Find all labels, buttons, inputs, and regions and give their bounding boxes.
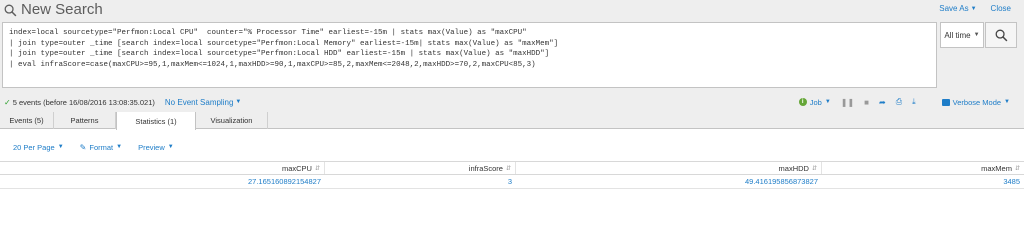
stop-icon[interactable]: ■: [864, 98, 869, 107]
pause-icon[interactable]: ❚❚: [841, 98, 854, 107]
sort-icon: ⇵: [1014, 165, 1020, 172]
time-range-label: All time: [944, 30, 971, 40]
sort-icon: ⇵: [505, 165, 511, 172]
search-query-input[interactable]: index=local sourcetype="Perfmon:Local CP…: [2, 22, 937, 88]
column-header-infrascore[interactable]: infraScore ⇵: [325, 162, 516, 174]
chevron-down-icon: ▼: [116, 144, 123, 150]
save-as-button[interactable]: Save As ▼: [939, 4, 976, 13]
column-label: infraScore: [468, 163, 503, 173]
results-tabs: Events (5) Patterns Statistics (1) Visua…: [0, 112, 1024, 130]
chevron-down-icon: ▼: [824, 99, 831, 105]
statistics-table: maxCPU ⇵ infraScore ⇵ maxHDD ⇵ maxMem ⇵ …: [0, 161, 1024, 189]
chevron-down-icon: ▼: [973, 32, 980, 38]
table-cell[interactable]: 3: [325, 175, 516, 188]
chevron-down-icon: ▼: [1004, 99, 1010, 105]
download-icon[interactable]: ⤓: [912, 97, 916, 107]
status-left: ✓ 5 events (before 16/08/2016 13:08:35.0…: [4, 92, 241, 112]
sort-icon: ⇵: [314, 165, 320, 172]
search-mode-dropdown[interactable]: Verbose Mode ▼: [941, 97, 1010, 107]
chevron-down-icon: ▼: [167, 144, 174, 150]
save-as-label: Save As: [939, 4, 969, 13]
query-line: index=local sourcetype="Perfmon:Local CP…: [9, 29, 527, 37]
chevron-down-icon: ▼: [57, 144, 64, 150]
column-header-maxmem[interactable]: maxMem ⇵: [822, 162, 1024, 174]
query-line: | eval infraScore=case(maxCPU>=95,1,maxM…: [9, 61, 536, 70]
format-label: Format: [89, 142, 114, 152]
chevron-down-icon: ▼: [235, 99, 242, 105]
preview-dropdown[interactable]: Preview ▼: [138, 143, 174, 152]
print-icon[interactable]: ⎙: [896, 97, 902, 107]
query-line: | join type=outer _time [search index=lo…: [9, 50, 550, 59]
tab-events[interactable]: Events (5): [0, 112, 54, 129]
column-label: maxHDD: [778, 163, 809, 173]
page-title: New Search: [21, 1, 103, 18]
search-icon: [4, 4, 17, 16]
table-cell[interactable]: 27.165160892154827: [0, 175, 325, 188]
tab-visualization[interactable]: Visualization: [196, 112, 268, 129]
share-icon[interactable]: ➦: [879, 98, 886, 107]
checkmark-icon: ✓: [4, 97, 11, 107]
search-button[interactable]: [985, 22, 1017, 48]
table-cell[interactable]: 49.416195856873827: [516, 175, 822, 188]
tab-statistics[interactable]: Statistics (1): [116, 112, 196, 130]
close-button[interactable]: Close: [991, 4, 1011, 13]
column-label: maxCPU: [281, 163, 312, 173]
sort-icon: ⇵: [811, 165, 817, 172]
verbose-mode-icon: [941, 98, 950, 106]
format-dropdown[interactable]: ✎ Format ▼: [80, 143, 122, 152]
page-title-group: New Search: [4, 0, 103, 20]
job-controls: i Job ▼ ❚❚ ■ ➦ ⎙ ⤓ Verbose Mode ▼: [798, 92, 1010, 112]
job-label: Job: [809, 97, 822, 107]
per-page-label: 20 Per Page: [13, 142, 55, 152]
search-bar: index=local sourcetype="Perfmon:Local CP…: [0, 20, 1024, 92]
per-page-dropdown[interactable]: 20 Per Page ▼: [13, 143, 64, 152]
results-toolbar: 20 Per Page ▼ ✎ Format ▼ Preview ▼: [0, 140, 190, 154]
column-header-maxhdd[interactable]: maxHDD ⇵: [516, 162, 822, 174]
sampling-label: No Event Sampling: [164, 97, 234, 107]
search-mode-label: Verbose Mode: [952, 97, 1002, 107]
query-line: | join type=outer _time [search index=lo…: [9, 39, 559, 48]
search-icon: [995, 29, 1007, 41]
job-status-bar: ✓ 5 events (before 16/08/2016 13:08:35.0…: [0, 92, 1024, 112]
events-count: 5 events (before 16/08/2016 13:08:35.021…: [12, 97, 155, 107]
info-icon: i: [798, 98, 807, 106]
time-range-picker[interactable]: All time ▼: [940, 22, 984, 48]
chevron-down-icon: ▼: [970, 5, 977, 12]
job-menu[interactable]: i Job ▼: [798, 97, 831, 107]
tab-patterns[interactable]: Patterns: [54, 112, 116, 129]
pencil-icon: ✎: [79, 142, 87, 152]
title-bar: New Search Save As ▼ Close: [0, 0, 1024, 20]
table-row: 27.165160892154827 3 49.416195856873827 …: [0, 175, 1024, 189]
title-actions: Save As ▼ Close: [939, 4, 1011, 13]
column-label: maxMem: [981, 163, 1012, 173]
preview-label: Preview: [138, 142, 165, 152]
table-cell[interactable]: 3485: [822, 175, 1024, 188]
event-sampling-dropdown[interactable]: No Event Sampling ▼: [165, 98, 241, 107]
column-header-maxcpu[interactable]: maxCPU ⇵: [0, 162, 325, 174]
table-header: maxCPU ⇵ infraScore ⇵ maxHDD ⇵ maxMem ⇵: [0, 161, 1024, 175]
